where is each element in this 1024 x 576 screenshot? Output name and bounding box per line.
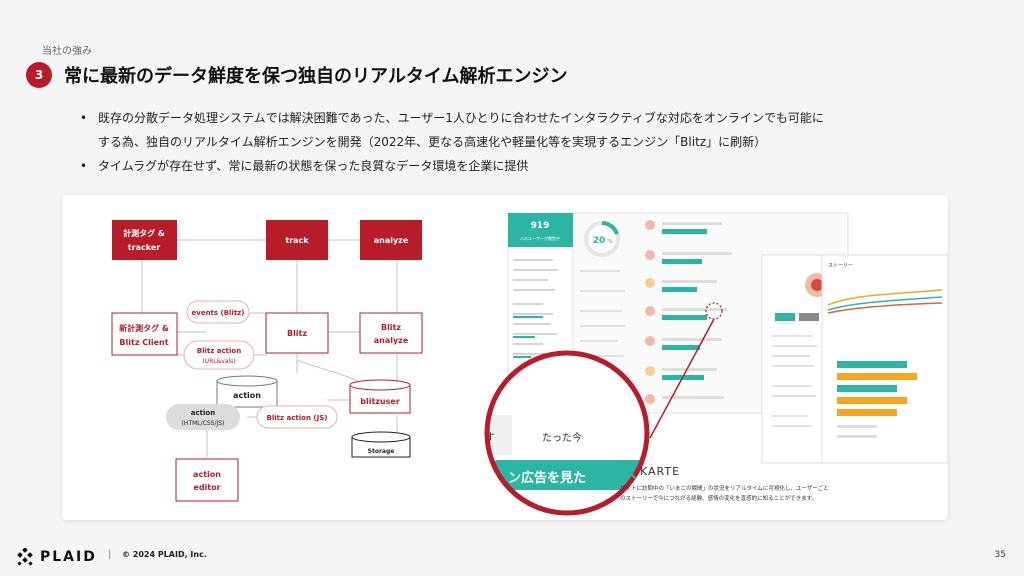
bullet-item: タイムラグが存在せず、常に最新の状態を保った良質なデータ環境を企業に提供 (80, 154, 980, 178)
bullet-item: 既存の分散データ処理システムでは解決困難であった、ユーザー1人ひとりに合わせたイ… (80, 106, 980, 130)
pill-blitz-action: Blitz action (URL&vals) (183, 340, 255, 370)
story-panel (821, 254, 948, 464)
architecture-diagram: 計測タグ & tracker track analyze 新計測タグ & Bli… (111, 220, 423, 502)
karte-caption-line2: のストーリーで今につながる経験、感情の変化を直感的に知ることができます。 (620, 494, 817, 502)
cylinder-blitzuser-label: blitzuser (360, 397, 400, 406)
story-panel-title: ストーリー (828, 263, 853, 269)
pill-events: events (Blitz) (186, 300, 250, 324)
zoom-button-text: ン広告を見た (508, 470, 586, 486)
box-new-tag-line1: 新計測タグ & (119, 323, 169, 333)
section-number-badge: 3 (26, 62, 52, 88)
karte-caption-line1: サイトに訪問中の「いまこの瞬間」の状況をリアルタイムに可視化し、ユーザーごと (620, 484, 829, 492)
live-users-caption: 人のユーザーが閲覧中 (520, 235, 560, 241)
plaid-logo: PLAID (16, 548, 97, 566)
box-new-tag: 新計測タグ & Blitz Client (111, 312, 178, 356)
live-users-value: 919 (531, 221, 550, 231)
illustration-card: 計測タグ & tracker track analyze 新計測タグ & Bli… (62, 195, 948, 520)
footer-separator: | (108, 549, 112, 560)
title-row: 3 常に最新のデータ鮮度を保つ独自のリアルタイム解析エンジン (26, 62, 567, 88)
section-label: 当社の強み (42, 46, 92, 57)
karte-screenshot: 919 人のユーザーが閲覧中 20 % ストーリー す たった今 ン広告を見た … (484, 212, 948, 516)
pill-action-html-line2: (HTML/CSS/JS) (182, 420, 225, 427)
box-action-editor: action editor (175, 458, 239, 502)
box-tag-tracker: 計測タグ & tracker (112, 220, 177, 260)
pill-blitz-action-js-label: Blitz action (JS) (267, 414, 328, 422)
box-track: track (266, 220, 328, 260)
copyright: © 2024 PLAID, Inc. (122, 550, 207, 559)
plaid-logo-icon (17, 548, 33, 566)
pill-events-label: events (Blitz) (192, 309, 245, 317)
box-analyze: analyze (360, 220, 422, 260)
box-blitz: Blitz (265, 312, 329, 354)
box-blitz-analyze-line1: Blitz (381, 323, 401, 332)
cylinder-action-label: action (233, 391, 261, 400)
pill-blitz-action-js: Blitz action (JS) (256, 405, 338, 429)
bullet-list: 既存の分散データ処理システムでは解決困難であった、ユーザー1人ひとりに合わせたイ… (80, 106, 980, 178)
box-blitz-label: Blitz (287, 329, 307, 338)
pill-action-html-line1: action (191, 409, 215, 417)
pill-blitz-action-line1: Blitz action (197, 347, 241, 355)
box-track-label: track (285, 236, 309, 245)
page-number: 35 (994, 550, 1006, 560)
box-action-editor-line1: action (193, 470, 221, 479)
box-blitz-analyze: Blitz analyze (359, 312, 423, 354)
box-blitz-analyze-line2: analyze (374, 336, 409, 345)
cylinder-action: action (216, 375, 278, 408)
box-action-editor-line2: editor (193, 483, 220, 492)
pill-blitz-action-line2: (URL&vals) (202, 358, 235, 365)
box-analyze-label: analyze (374, 236, 409, 245)
pill-action-html: action (HTML/CSS/JS) (166, 404, 240, 430)
karte-brand: KARTE (640, 465, 680, 478)
footer: PLAID | © 2024 PLAID, Inc. 35 (0, 536, 1024, 576)
zoom-time: たった今 (542, 431, 582, 444)
bullet-item-continuation: する為、独自のリアルタイム解析エンジンを開発（2022年、更なる高速化や軽量化等… (98, 135, 767, 149)
plaid-logo-text: PLAID (40, 549, 97, 565)
cylinder-storage: Storage (351, 431, 411, 458)
box-new-tag-line2: Blitz Client (119, 338, 168, 347)
cylinder-storage-label: Storage (368, 448, 395, 455)
box-tag-tracker-line2: tracker (128, 243, 160, 252)
cylinder-blitzuser: blitzuser (349, 379, 411, 414)
box-tag-tracker-line1: 計測タグ & (123, 228, 165, 238)
page-title: 常に最新のデータ鮮度を保つ独自のリアルタイム解析エンジン (64, 66, 568, 87)
ratio-ring-value: 20 (593, 236, 606, 246)
ratio-ring-unit: % (608, 239, 613, 245)
